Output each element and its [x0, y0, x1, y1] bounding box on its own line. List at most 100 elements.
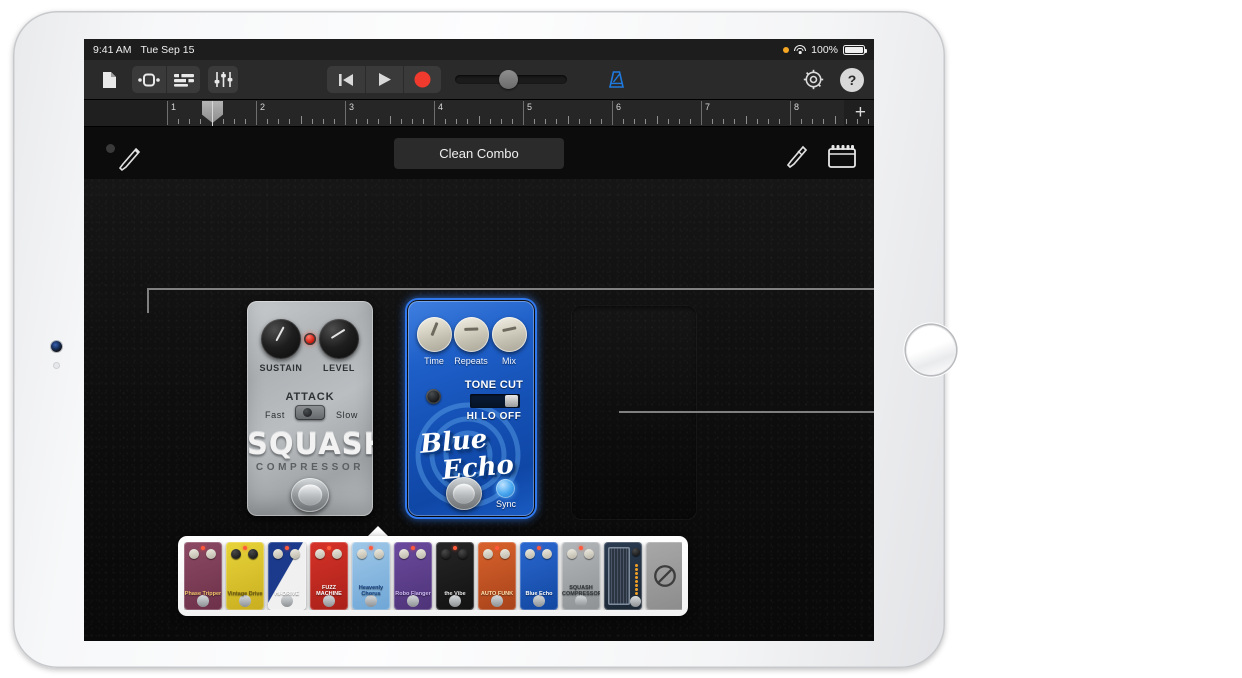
thumb-knob	[290, 549, 300, 559]
master-volume-slider[interactable]	[455, 70, 567, 89]
ruler-beat-tick	[534, 119, 536, 124]
ruler-bar-number: 7	[705, 102, 711, 112]
help-button[interactable]: ?	[840, 67, 864, 92]
squash-footswitch[interactable]	[291, 478, 329, 512]
ruler-beat-tick	[289, 119, 291, 124]
patch-name-button[interactable]: Clean Combo	[394, 138, 564, 169]
battery-percent: 100%	[811, 43, 838, 56]
amp-icon[interactable]	[827, 143, 857, 174]
browser-pedal-hi-drive[interactable]: HI-DRIVE	[268, 542, 306, 610]
thumb-label: AUTO FUNK	[480, 591, 514, 597]
track-view-button[interactable]	[132, 66, 166, 93]
ruler-bar-tick	[701, 101, 702, 125]
mixer-button[interactable]	[208, 66, 238, 93]
thumb-label: FUZZ MACHINE	[316, 585, 342, 597]
thumb-knob	[273, 549, 283, 559]
ruler-bar-number: 6	[616, 102, 622, 112]
browser-pedal-the-vibe[interactable]: the Vibe	[436, 542, 474, 610]
ruler-beat-tick	[623, 119, 625, 124]
my-songs-button[interactable]	[94, 66, 124, 93]
pedal-squash-compressor[interactable]: SUSTAIN LEVEL ATTACK Fast Slow SQUASH CO…	[247, 301, 373, 516]
thumb-led	[635, 580, 638, 583]
home-button[interactable]	[906, 325, 956, 375]
battery-icon	[843, 44, 867, 55]
thumb-knob	[248, 549, 258, 559]
sustain-knob-label: SUSTAIN	[259, 363, 303, 373]
metronome-button[interactable]	[601, 66, 631, 93]
faders-icon	[214, 72, 232, 87]
ruler-beat-tick	[756, 119, 758, 124]
thumb-led	[369, 546, 373, 550]
ruler-beat-tick	[567, 116, 569, 124]
ruler-beat-tick	[801, 119, 803, 124]
timeline-ruler[interactable]: 1 2 3 4 5 6 7 8 +	[84, 100, 874, 127]
attack-fast-label: Fast	[265, 410, 285, 420]
browser-pedal-squash-compressor[interactable]: SQUASH COMPRESSOR	[562, 542, 600, 610]
ruler-beat-tick	[834, 116, 836, 124]
ruler-beat-tick	[600, 119, 602, 124]
browser-pedal-bass-amp[interactable]	[604, 542, 642, 610]
ruler-beat-tick	[634, 119, 636, 124]
browser-pedal-blue-echo[interactable]: Blue Echo	[520, 542, 558, 610]
guitar-cable-icon[interactable]	[117, 147, 141, 178]
thumb-label: the Vibe	[444, 591, 466, 597]
record-button[interactable]	[403, 66, 441, 93]
browser-pedal-phase-tripper[interactable]: Phase Tripper	[184, 542, 222, 610]
track-record-indicator	[106, 144, 115, 153]
tuner-icon[interactable]	[786, 145, 808, 174]
rewind-button[interactable]	[327, 66, 365, 93]
ruler-bar-tick	[523, 101, 524, 125]
pedal-browser-strip[interactable]: Phase Tripper Vintage Drive HI-DRIVE FUZZ M…	[184, 542, 682, 610]
thumb-knob	[525, 549, 535, 559]
callout-line-knob-horizontal	[147, 288, 874, 290]
play-button[interactable]	[365, 66, 403, 93]
thumb-knob	[231, 549, 241, 559]
thumb-knob	[584, 549, 594, 559]
ruler-beat-tick	[645, 119, 647, 124]
ruler-beat-tick	[333, 119, 335, 124]
ruler-bar-number: 5	[527, 102, 533, 112]
sustain-knob[interactable]	[261, 319, 301, 359]
thumb-label: Vintage Drive	[227, 591, 263, 597]
ruler-beat-tick	[233, 119, 235, 124]
settings-button[interactable]	[798, 66, 828, 93]
thumb-knob	[483, 549, 493, 559]
thumb-knob	[189, 549, 199, 559]
ruler-beat-tick	[723, 119, 725, 124]
add-section-button[interactable]: +	[855, 103, 866, 122]
status-bar: 9:41 AM Tue Sep 15 100%	[84, 39, 874, 60]
squash-subtitle: COMPRESSOR	[255, 462, 365, 473]
thumb-led	[411, 546, 415, 550]
ruler-beat-tick	[823, 119, 825, 124]
browser-pedal-none[interactable]	[646, 542, 682, 610]
browser-pedal-fuzz-machine[interactable]: FUZZ MACHINE	[310, 542, 348, 610]
thumb-knob	[441, 549, 451, 559]
help-button-label: ?	[847, 71, 857, 88]
attack-switch[interactable]	[295, 405, 325, 420]
thumb-knob	[399, 549, 409, 559]
thumb-led	[243, 546, 247, 550]
thumb-led	[537, 546, 541, 550]
thumb-led	[635, 576, 638, 579]
ruler-beat-tick	[311, 119, 313, 124]
ruler-bar-number: 4	[438, 102, 444, 112]
attack-slow-label: Slow	[336, 410, 358, 420]
ruler-beat-tick	[489, 119, 491, 124]
ruler-track[interactable]: 1 2 3 4 5 6 7 8	[167, 100, 869, 126]
browser-pedal-robo-flanger[interactable]: Robo Flanger	[394, 542, 432, 610]
ruler-bar-tick	[256, 101, 257, 125]
ruler-beat-tick	[712, 119, 714, 124]
thumb-label: Heavenly Chorus	[358, 585, 384, 597]
browser-pedal-heavenly-chorus[interactable]: Heavenly Chorus	[352, 542, 390, 610]
ruler-beat-tick	[556, 119, 558, 124]
level-knob-label: LEVEL	[322, 363, 355, 373]
tracks-view-button[interactable]	[166, 66, 200, 93]
master-volume-thumb[interactable]	[499, 70, 518, 89]
browser-pedal-auto-funk[interactable]: AUTO FUNK	[478, 542, 516, 610]
ruler-beat-tick	[734, 119, 736, 124]
ruler-beat-tick	[467, 119, 469, 124]
thumb-knob	[332, 549, 342, 559]
level-knob[interactable]	[319, 319, 359, 359]
callout-line-slot-horizontal	[619, 411, 874, 413]
browser-pedal-vintage-drive[interactable]: Vintage Drive	[226, 542, 264, 610]
